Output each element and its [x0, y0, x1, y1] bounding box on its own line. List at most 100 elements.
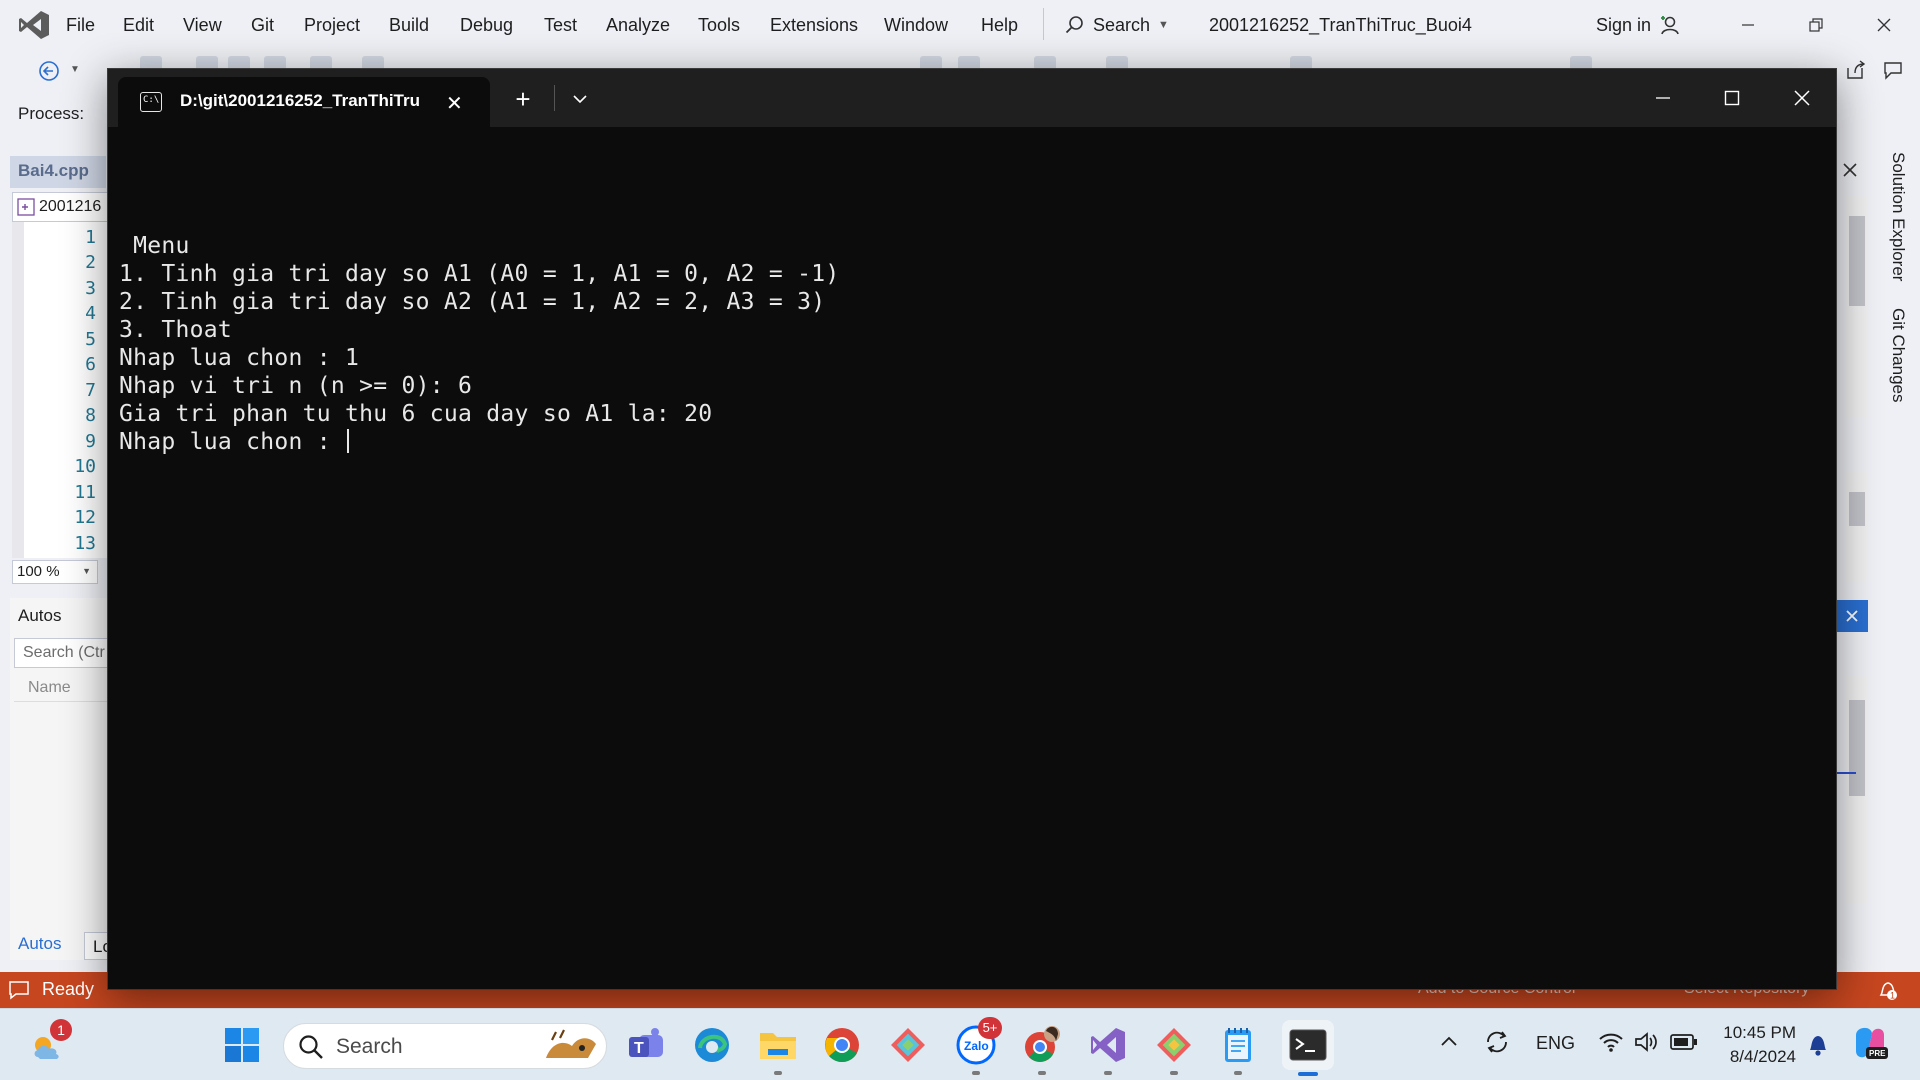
chevron-down-icon: ▼	[1158, 19, 1169, 31]
input-language[interactable]: ENG	[1536, 1033, 1575, 1054]
zalo-badge: 5+	[978, 1017, 1002, 1039]
scrollbar-thumb[interactable]	[1849, 700, 1865, 796]
autos-panel: Autos Search (Ctr Name Autos Lo	[10, 598, 112, 960]
taskbar-edge[interactable]	[690, 1023, 734, 1067]
notification-bell-icon[interactable]	[1806, 1031, 1830, 1057]
close-icon	[1794, 90, 1810, 106]
sign-in-button[interactable]: Sign in	[1596, 0, 1681, 50]
menu-extensions[interactable]: Extensions	[770, 0, 858, 50]
tab-solution-explorer[interactable]: Solution Explorer	[1888, 152, 1908, 281]
taskbar-visual-studio[interactable]	[1086, 1023, 1130, 1075]
cpp-file-icon	[17, 198, 35, 216]
vs-search-box[interactable]: Search ▼	[1065, 0, 1169, 50]
document-tab-bai4[interactable]: Bai4.cpp	[10, 156, 106, 188]
tab-autos[interactable]: Autos	[18, 934, 61, 954]
volume-icon[interactable]	[1634, 1031, 1658, 1053]
terminal-prompt-line[interactable]: Nhap lua chon :	[119, 429, 350, 455]
menu-help[interactable]: Help	[981, 0, 1018, 50]
scrollbar-thumb[interactable]	[1849, 216, 1865, 306]
code-editor[interactable]: 1 2 3 4 5 6 7 8 9 10 11 12 13	[12, 222, 108, 558]
taskbar-weather[interactable]: 1	[26, 1019, 72, 1067]
line-number: 7	[85, 380, 96, 401]
vs-close-button[interactable]	[1852, 0, 1916, 50]
show-hidden-icons-chevron-up-icon[interactable]	[1440, 1035, 1458, 1047]
chrome-profile-icon	[1022, 1025, 1062, 1065]
terminal-line: Gia tri phan tu thu 6 cua day so A1 la: …	[119, 401, 713, 427]
scrollbar-thumb[interactable]	[1849, 492, 1865, 526]
scrollbar-vertical[interactable]	[1846, 472, 1868, 582]
menu-view[interactable]: View	[183, 0, 222, 50]
terminal-minimize-button[interactable]	[1629, 69, 1697, 127]
taskbar-search-box[interactable]: Search	[283, 1023, 607, 1069]
close-icon	[1845, 609, 1859, 623]
terminal-maximize-button[interactable]	[1698, 69, 1766, 127]
new-tab-button[interactable]: +	[503, 79, 543, 119]
vs-minimize-button[interactable]	[1716, 0, 1780, 50]
taskbar-git-client[interactable]	[886, 1023, 930, 1067]
running-indicator	[774, 1071, 782, 1075]
text-cursor	[347, 429, 350, 453]
autos-search-input[interactable]: Search (Ctr	[14, 638, 108, 668]
output-icon[interactable]	[8, 980, 30, 1000]
menu-build[interactable]: Build	[389, 0, 429, 50]
close-tab-icon[interactable]: ✕	[446, 91, 463, 116]
menu-analyze[interactable]: Analyze	[606, 0, 670, 50]
menu-tools[interactable]: Tools	[698, 0, 740, 50]
taskbar-file-explorer[interactable]	[756, 1023, 800, 1075]
sync-icon[interactable]	[1484, 1029, 1510, 1055]
start-button[interactable]	[220, 1023, 264, 1067]
tab-git-changes[interactable]: Git Changes	[1888, 308, 1908, 403]
taskbar-chrome[interactable]	[820, 1023, 864, 1067]
zoom-dropdown[interactable]: 100 % ▼	[12, 560, 98, 584]
git-icon	[1156, 1027, 1192, 1063]
zoom-value: 100 %	[17, 563, 60, 580]
notification-bell-icon[interactable]: 1	[1876, 978, 1900, 1002]
menu-test[interactable]: Test	[544, 0, 577, 50]
taskbar-notepad[interactable]	[1216, 1023, 1260, 1075]
menu-edit[interactable]: Edit	[123, 0, 154, 50]
chrome-icon	[823, 1026, 861, 1064]
taskbar-git[interactable]	[1152, 1023, 1196, 1075]
chevron-down-icon[interactable]: ▼	[70, 64, 80, 75]
scrollbar-vertical[interactable]	[1846, 676, 1868, 904]
solution-title: 2001216252_TranThiTruc_Buoi4	[1209, 14, 1472, 35]
menu-window[interactable]: Window	[884, 0, 948, 50]
panel-close-button[interactable]	[1836, 600, 1868, 632]
process-label: Process:	[18, 104, 85, 123]
visual-studio-logo-icon[interactable]	[18, 10, 50, 40]
terminal-tab-title: D:\git\2001216252_TranThiTru	[180, 91, 420, 110]
scope-dropdown[interactable]: 2001216	[12, 192, 108, 222]
terminal-titlebar[interactable]: C:\ D:\git\2001216252_TranThiTru ✕ +	[108, 69, 1836, 127]
menu-debug[interactable]: Debug	[460, 0, 513, 50]
battery-icon[interactable]	[1670, 1033, 1698, 1051]
terminal-output[interactable]: Menu 1. Tinh gia tri day so A1 (A0 = 1, …	[108, 127, 1836, 989]
taskbar-teams[interactable]: T	[624, 1023, 668, 1067]
feedback-icon[interactable]	[1882, 60, 1904, 80]
clock-date: 8/4/2024	[1729, 1047, 1796, 1066]
share-icon[interactable]	[1844, 60, 1866, 80]
terminal-tab[interactable]: C:\ D:\git\2001216252_TranThiTru ✕	[118, 77, 490, 127]
copilot-icon[interactable]: PRE	[1850, 1023, 1890, 1063]
scrollbar-vertical[interactable]	[1846, 196, 1868, 418]
tab-separator	[554, 85, 555, 111]
wifi-icon[interactable]	[1598, 1031, 1624, 1053]
line-number: 13	[74, 533, 96, 554]
vs-restore-button[interactable]	[1784, 0, 1848, 50]
menu-git[interactable]: Git	[251, 0, 274, 50]
process-selector[interactable]: Process:	[18, 96, 84, 132]
minimize-icon	[1740, 17, 1756, 33]
line-number: 11	[74, 482, 96, 503]
taskbar-chrome-profile[interactable]	[1020, 1023, 1064, 1075]
close-icon[interactable]	[1842, 162, 1858, 178]
terminal-close-button[interactable]	[1768, 69, 1836, 127]
taskbar-zalo[interactable]: Zalo 5+	[954, 1017, 1002, 1075]
terminal-line: 3. Thoat	[119, 317, 233, 343]
taskbar-terminal[interactable]	[1282, 1020, 1334, 1076]
terminal-window[interactable]: C:\ D:\git\2001216252_TranThiTru ✕ + Men…	[107, 68, 1837, 990]
menu-file[interactable]: File	[66, 0, 95, 50]
back-navigation-icon[interactable]	[38, 60, 62, 82]
menu-project[interactable]: Project	[304, 0, 360, 50]
tab-dropdown-button[interactable]	[560, 79, 600, 119]
autos-column-name[interactable]: Name	[14, 674, 108, 702]
clock[interactable]: 10:45 PM 8/4/2024	[1716, 1021, 1796, 1069]
